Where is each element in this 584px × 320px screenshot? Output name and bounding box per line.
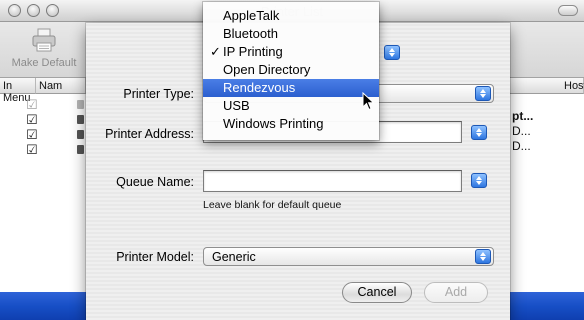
- connection-type-menu: AppleTalk Bluetooth ✓ IP Printing Open Di…: [203, 2, 379, 140]
- connection-popup-arrows-icon[interactable]: [384, 45, 400, 60]
- printer-model-value: Generic: [212, 250, 256, 264]
- printer-type-label: Printer Type:: [123, 87, 194, 101]
- host-cell: D...: [512, 139, 531, 153]
- menu-item-ip-printing[interactable]: ✓ IP Printing: [203, 43, 379, 61]
- printer-row-icon: [77, 100, 84, 109]
- printer-address-label: Printer Address:: [105, 127, 194, 141]
- menu-item-label: IP Printing: [223, 44, 283, 59]
- column-header-host[interactable]: Host: [506, 78, 584, 94]
- host-cell: D...: [512, 124, 531, 138]
- popup-arrows-icon: [475, 86, 491, 101]
- printer-icon: [32, 28, 56, 52]
- address-history-popup-icon[interactable]: [471, 125, 487, 140]
- in-menu-checkbox[interactable]: ☑: [26, 128, 38, 141]
- popup-arrows-icon: [475, 249, 491, 264]
- queue-history-popup-icon[interactable]: [471, 173, 487, 188]
- queue-name-field[interactable]: [203, 170, 462, 192]
- make-default-label: Make Default: [11, 57, 77, 69]
- column-header-name[interactable]: Nam: [36, 78, 86, 94]
- cancel-button[interactable]: Cancel: [342, 282, 412, 303]
- menu-item-windows-printing[interactable]: Windows Printing: [203, 115, 379, 133]
- queue-name-label: Queue Name:: [116, 175, 194, 189]
- menu-item-usb[interactable]: USB: [203, 97, 379, 115]
- in-menu-checkbox[interactable]: ☑: [26, 98, 38, 111]
- printer-model-popup[interactable]: Generic: [203, 247, 494, 266]
- checkmark-icon: ✓: [210, 44, 221, 59]
- menu-item-label: USB: [223, 98, 250, 113]
- in-menu-checkbox[interactable]: ☑: [26, 113, 38, 126]
- menu-item-label: Bluetooth: [223, 26, 278, 41]
- make-default-button[interactable]: Make Default: [8, 26, 80, 69]
- menu-item-label: Windows Printing: [223, 116, 324, 131]
- menu-item-bluetooth[interactable]: Bluetooth: [203, 25, 379, 43]
- host-cell: pt...: [512, 109, 534, 123]
- menu-item-label: AppleTalk: [223, 8, 280, 23]
- mouse-pointer-icon: [362, 92, 375, 111]
- add-button[interactable]: Add: [424, 282, 488, 303]
- printer-row-icon: [77, 145, 84, 154]
- queue-hint-text: Leave blank for default queue: [203, 199, 342, 211]
- toolbar-toggle-button[interactable]: [558, 5, 578, 16]
- menu-item-label: Rendezvous: [223, 80, 296, 95]
- menu-item-open-directory[interactable]: Open Directory: [203, 61, 379, 79]
- printer-row-icon: [77, 130, 84, 139]
- in-menu-checkbox[interactable]: ☑: [26, 143, 38, 156]
- column-header-in-menu[interactable]: In Menu: [0, 78, 36, 104]
- menu-item-label: Open Directory: [223, 62, 311, 77]
- printer-model-label: Printer Model:: [116, 250, 194, 264]
- menu-item-appletalk[interactable]: AppleTalk: [203, 7, 379, 25]
- menu-item-rendezvous[interactable]: Rendezvous: [203, 79, 379, 97]
- printer-row-icon: [77, 115, 84, 124]
